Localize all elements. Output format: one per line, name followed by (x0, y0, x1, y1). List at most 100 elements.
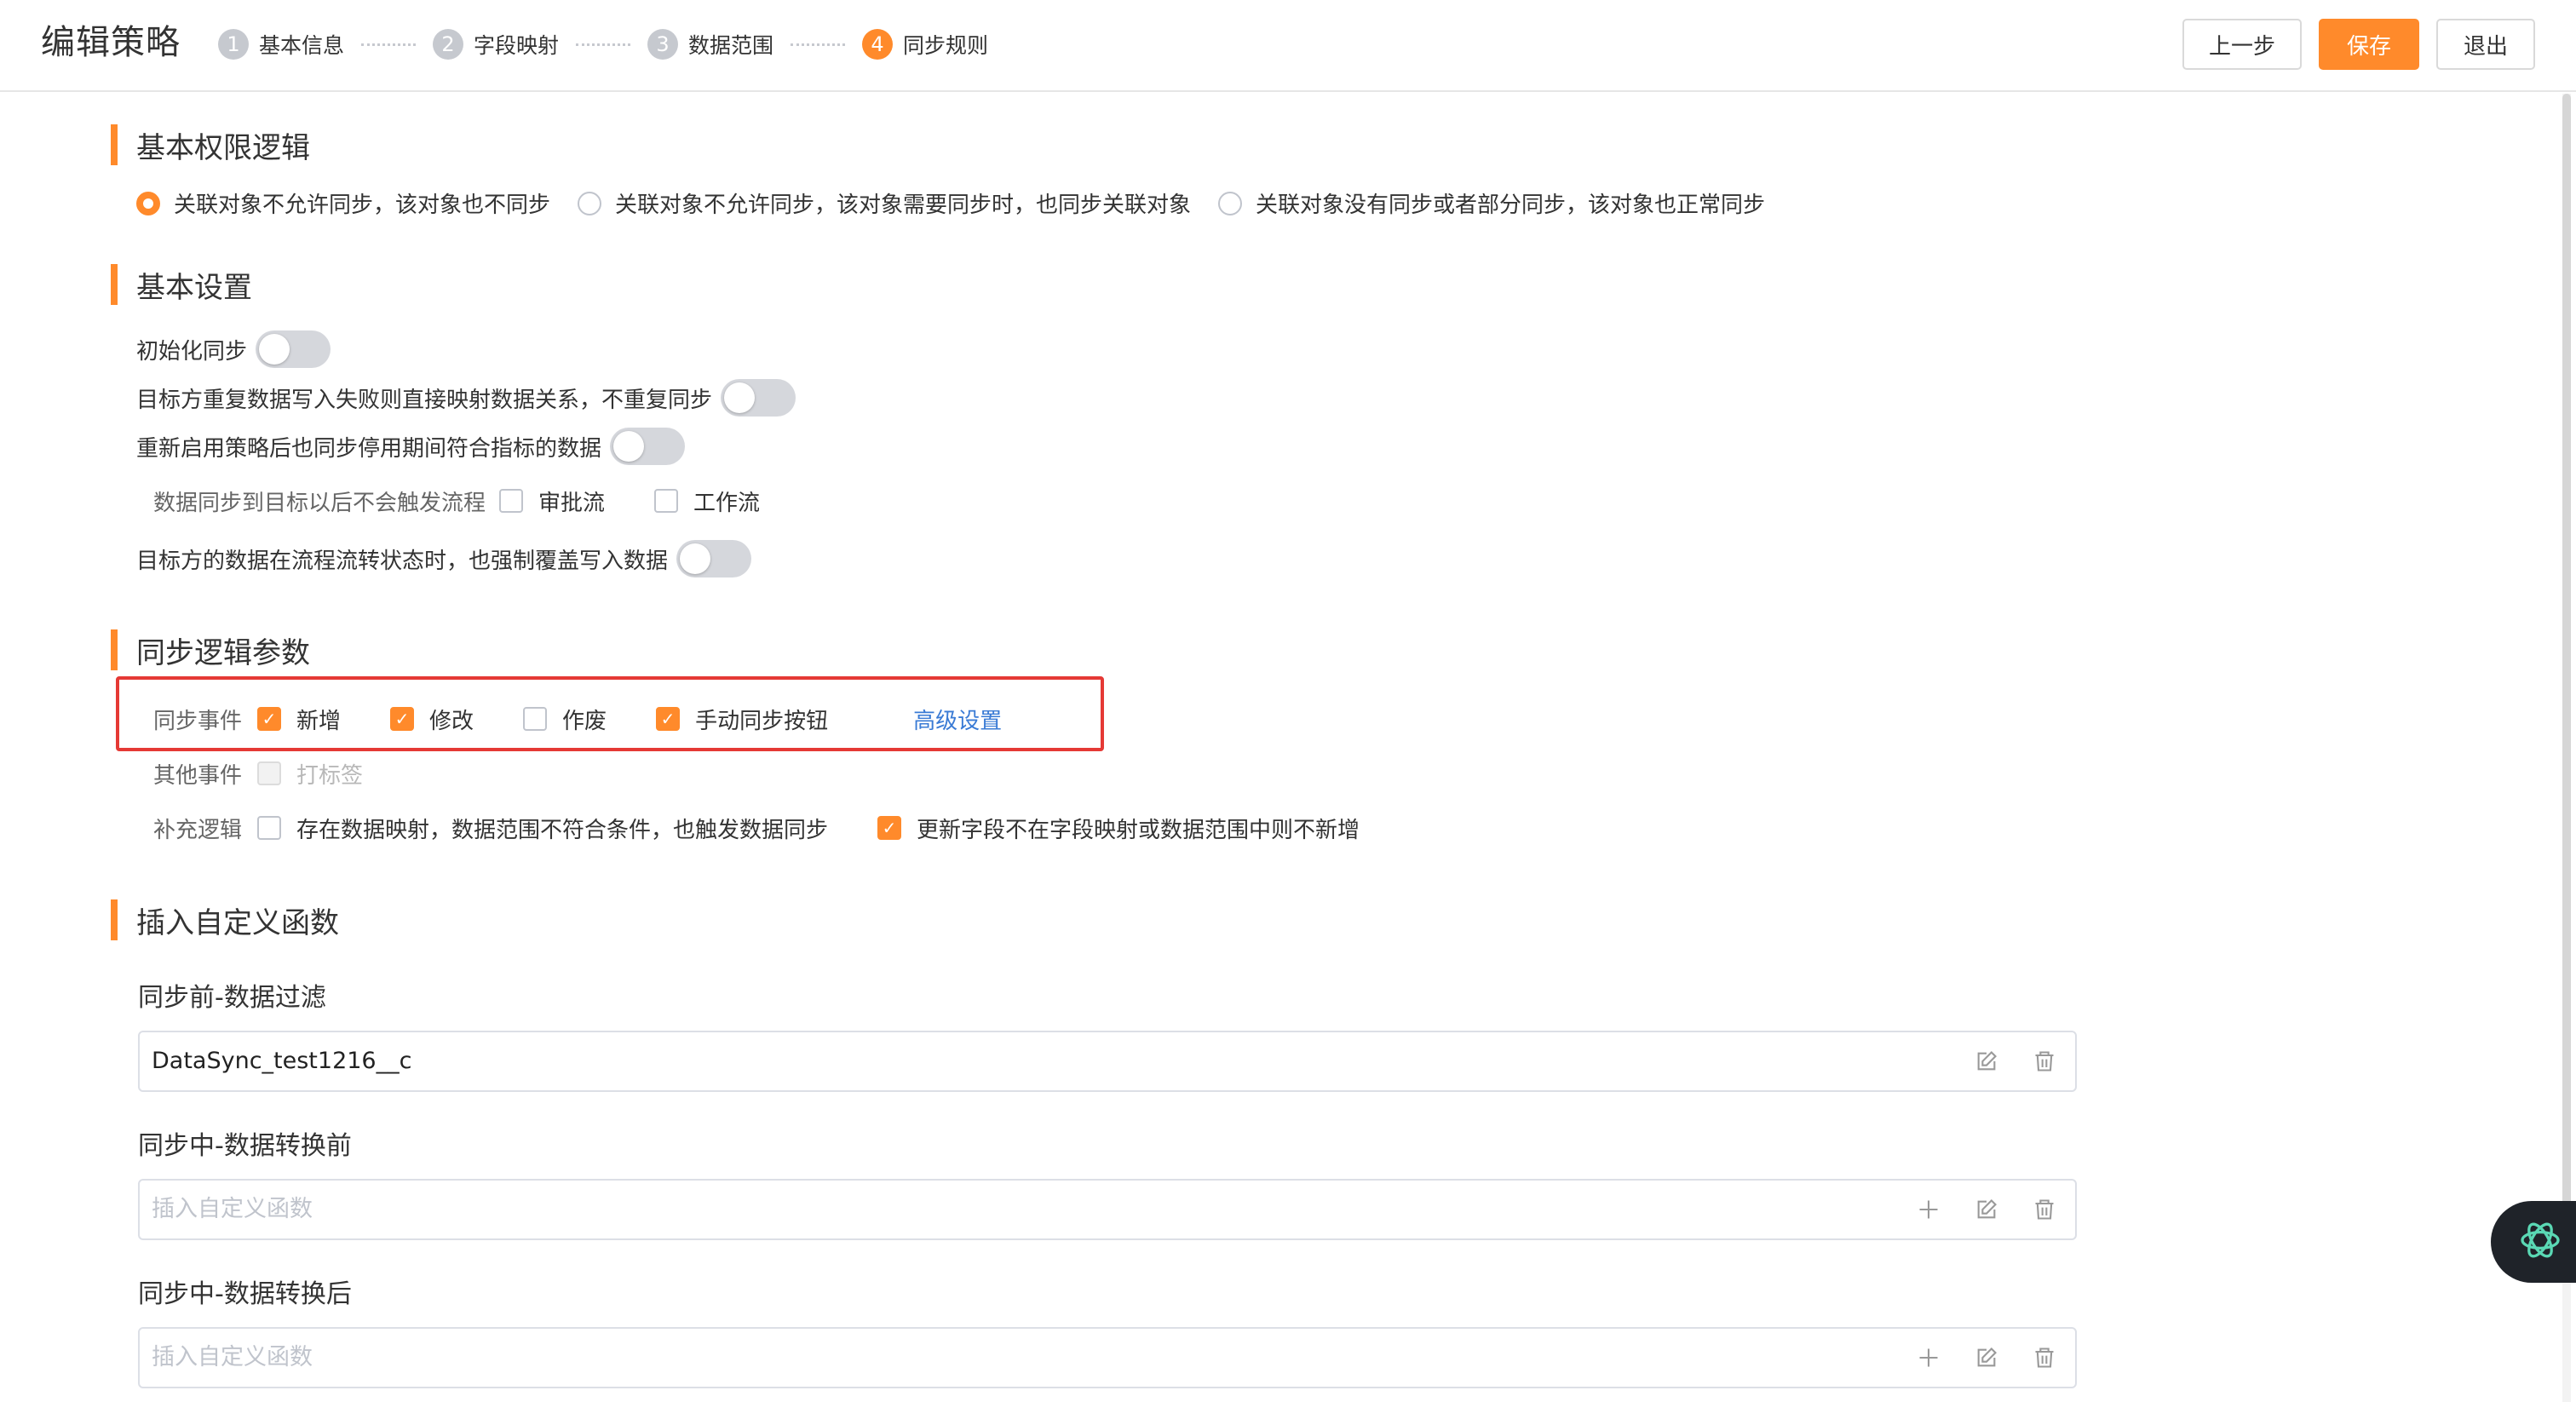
trash-icon[interactable] (2031, 1048, 2058, 1075)
edit-icon[interactable] (1973, 1196, 2000, 1223)
section-custom-functions: 插入自定义函数 (111, 899, 339, 940)
toggle-knob (724, 382, 756, 413)
step-label: 同步规则 (903, 33, 989, 58)
trash-icon[interactable] (2031, 1344, 2058, 1371)
field-actions (1884, 1181, 2058, 1238)
section-permission-logic: 基本权限逻辑 (111, 124, 310, 165)
field-label-after-transform: 同步中-数据转换后 (138, 1279, 352, 1309)
step-number: 2 (433, 29, 464, 60)
setting-label: 目标方重复数据写入失败则直接映射数据关系，不重复同步 (136, 387, 713, 413)
radio-label: 关联对象没有同步或者部分同步，该对象也正常同步 (1256, 192, 1766, 218)
plus-icon[interactable] (1915, 1344, 1942, 1371)
workflow-checkbox[interactable] (654, 489, 679, 513)
step-label: 字段映射 (474, 33, 560, 58)
assistant-floating-button[interactable] (2491, 1201, 2576, 1283)
toggle-knob (259, 334, 290, 365)
no-create-checkbox[interactable]: ✓ (877, 816, 902, 840)
step-field-mapping[interactable]: 2 字段映射 (433, 29, 559, 60)
edit-icon[interactable] (1973, 1344, 2000, 1371)
field-placeholder: 插入自定义函数 (152, 1196, 313, 1222)
section-sync-logic: 同步逻辑参数 (111, 629, 310, 670)
scrollbar-thumb[interactable] (2562, 94, 2571, 1218)
other-events-row: 其他事件 打标签 (153, 755, 363, 792)
exit-button[interactable]: 退出 (2436, 19, 2535, 70)
radio-button[interactable] (578, 191, 602, 215)
sync-events-row: 同步事件 ✓ 新增 ✓ 修改 作废 ✓ 手动同步按钮 高级设置 (153, 700, 1002, 738)
step-data-range[interactable]: 3 数据范围 (647, 29, 773, 60)
no-repeat-toggle[interactable] (721, 379, 796, 417)
step-label: 基本信息 (259, 33, 345, 58)
supplement-logic-row: 补充逻辑 存在数据映射，数据范围不符合条件，也触发数据同步 ✓ 更新字段不在字段… (153, 809, 1360, 847)
step-sync-rules[interactable]: 4 同步规则 (862, 29, 988, 60)
section-accent-bar (111, 124, 118, 165)
openai-logo-icon (2516, 1216, 2564, 1267)
edit-icon[interactable] (1973, 1048, 2000, 1075)
toggle-knob (680, 543, 711, 574)
radio-option-sync-related[interactable]: 关联对象不允许同步，该对象需要同步时，也同步关联对象 (578, 187, 1191, 219)
radio-option-normal-sync[interactable]: 关联对象没有同步或者部分同步，该对象也正常同步 (1218, 187, 1765, 219)
field-label-before-transform: 同步中-数据转换前 (138, 1131, 352, 1161)
checkbox-label: 修改 (429, 708, 474, 734)
section-accent-bar (111, 264, 118, 305)
no-repeat-row: 目标方重复数据写入失败则直接映射数据关系，不重复同步 (136, 377, 796, 418)
no-trigger-row: 数据同步到目标以后不会触发流程 审批流 工作流 (153, 482, 760, 520)
step-number: 1 (218, 29, 249, 60)
tag-event-checkbox[interactable] (257, 761, 282, 785)
event-void-checkbox[interactable] (523, 707, 548, 731)
save-button[interactable]: 保存 (2319, 19, 2419, 70)
checkbox-label: 作废 (562, 708, 607, 734)
plus-icon[interactable] (1915, 1196, 1942, 1223)
field-label-pre-filter: 同步前-数据过滤 (138, 983, 326, 1013)
top-bar: 编辑策略 1 基本信息 2 字段映射 3 数据范围 4 同步规则 上一步 保存 … (0, 0, 2576, 92)
init-sync-row: 初始化同步 (136, 329, 331, 370)
page-title: 编辑策略 (41, 23, 181, 62)
restart-sync-toggle[interactable] (610, 428, 686, 465)
setting-label: 初始化同步 (136, 338, 248, 365)
step-connector (576, 43, 631, 46)
checkbox-label: 更新字段不在字段映射或数据范围中则不新增 (917, 817, 1360, 843)
radio-button[interactable] (1218, 191, 1243, 215)
setting-label: 同步事件 (153, 708, 243, 734)
checkbox-label: 存在数据映射，数据范围不符合条件，也触发数据同步 (296, 817, 829, 843)
step-number: 3 (647, 29, 679, 60)
event-manual-sync-checkbox[interactable]: ✓ (656, 707, 681, 731)
setting-label: 重新启用策略后也同步停用期间符合指标的数据 (136, 435, 602, 462)
permission-radio-group: 关联对象不允许同步，该对象也不同步 关联对象不允许同步，该对象需要同步时，也同步… (136, 187, 1792, 219)
event-create-checkbox[interactable]: ✓ (257, 707, 282, 731)
toggle-knob (613, 431, 645, 462)
radio-label: 关联对象不允许同步，该对象也不同步 (174, 192, 551, 218)
step-connector (361, 43, 417, 46)
advanced-settings-link[interactable]: 高级设置 (913, 704, 1002, 735)
radio-option-no-sync[interactable]: 关联对象不允许同步，该对象也不同步 (136, 187, 550, 219)
step-basic-info[interactable]: 1 基本信息 (218, 29, 344, 60)
setting-label: 数据同步到目标以后不会触发流程 (153, 490, 486, 516)
field-actions (1884, 1329, 2058, 1387)
event-update-checkbox[interactable]: ✓ (390, 707, 415, 731)
section-basic-settings: 基本设置 (111, 264, 252, 305)
setting-label: 其他事件 (153, 762, 243, 789)
init-sync-toggle[interactable] (256, 330, 331, 368)
previous-step-button[interactable]: 上一步 (2182, 19, 2302, 70)
checkbox-label: 新增 (296, 708, 342, 734)
checkbox-label: 工作流 (693, 490, 761, 516)
pre-filter-function-field[interactable]: DataSync_test1216__c (138, 1031, 2077, 1092)
field-actions (1942, 1032, 2058, 1090)
force-overwrite-toggle[interactable] (676, 540, 752, 577)
step-connector (791, 43, 846, 46)
field-placeholder: 插入自定义函数 (152, 1344, 313, 1370)
step-indicator: 1 基本信息 2 字段映射 3 数据范围 4 同步规则 (218, 27, 988, 61)
force-overwrite-row: 目标方的数据在流程流转状态时，也强制覆盖写入数据 (136, 538, 752, 579)
checkbox-label: 手动同步按钮 (695, 708, 829, 734)
before-transform-function-field[interactable]: 插入自定义函数 (138, 1179, 2077, 1240)
step-label: 数据范围 (688, 33, 774, 58)
after-transform-function-field[interactable]: 插入自定义函数 (138, 1327, 2077, 1388)
trash-icon[interactable] (2031, 1196, 2058, 1223)
radio-button[interactable] (136, 191, 160, 215)
range-trigger-checkbox[interactable] (257, 816, 282, 840)
setting-label: 目标方的数据在流程流转状态时，也强制覆盖写入数据 (136, 548, 669, 574)
section-title: 基本设置 (136, 270, 252, 305)
checkbox-label: 打标签 (296, 762, 364, 789)
section-accent-bar (111, 899, 118, 940)
setting-label: 补充逻辑 (153, 817, 243, 843)
approval-flow-checkbox[interactable] (499, 489, 524, 513)
